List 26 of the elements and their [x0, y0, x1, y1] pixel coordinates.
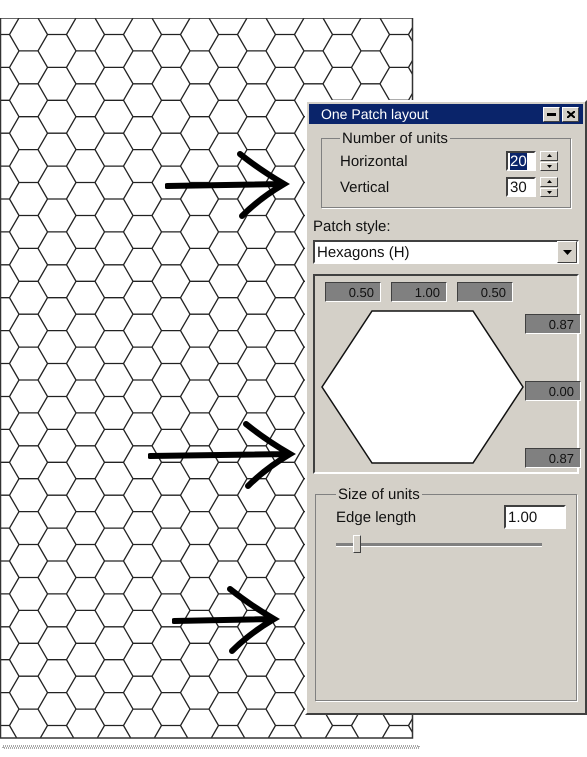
edge-length-field[interactable]: 1.00 [504, 505, 566, 529]
caret-icon [562, 250, 572, 254]
spin-buttons[interactable] [540, 177, 558, 197]
value-readout: 0.00 [525, 381, 581, 401]
value-readout: 1.00 [391, 282, 447, 302]
number-field[interactable]: 30 [506, 177, 536, 197]
patch-style-label: Patch style: [313, 218, 391, 235]
close-button[interactable] [562, 106, 579, 122]
slider-thumb[interactable] [352, 535, 361, 553]
patch-style-dropdown[interactable]: Hexagons (H) [313, 240, 579, 264]
group-title: Number of units [341, 130, 449, 147]
group-title: Size of units [337, 486, 421, 503]
minimize-button[interactable] [543, 106, 560, 122]
value-readout: 0.50 [325, 282, 381, 302]
number-field[interactable]: 20 [506, 151, 536, 171]
field-label: Edge length [336, 508, 416, 526]
field-label: Vertical [340, 178, 390, 196]
slider-track[interactable] [336, 535, 542, 555]
field-label: Horizontal [340, 152, 408, 170]
close-icon [566, 110, 574, 118]
value-readout: 0.50 [457, 282, 513, 302]
minimize-icon [547, 112, 556, 116]
spin-buttons[interactable] [540, 151, 558, 171]
window-title: One Patch layout [321, 106, 428, 122]
value-readout: 0.87 [525, 448, 581, 468]
value-readout: 0.87 [525, 314, 581, 334]
